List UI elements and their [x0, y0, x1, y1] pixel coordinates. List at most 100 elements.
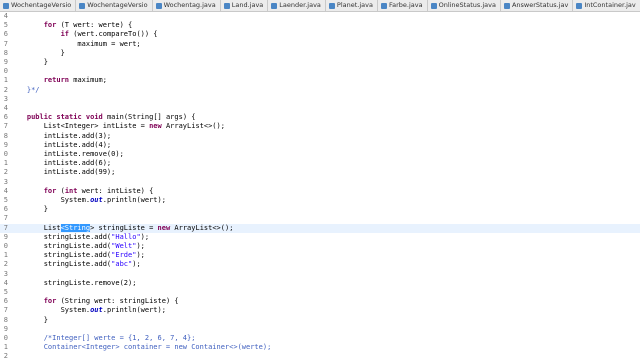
code-line[interactable]: 3	[0, 270, 640, 279]
line-number: 5	[3, 288, 8, 296]
line-number: 4	[3, 186, 8, 195]
java-file-icon	[3, 2, 9, 9]
line-number: 4	[3, 12, 8, 20]
line-number: 8	[3, 315, 8, 324]
code-line[interactable]: 6 }	[0, 205, 640, 214]
editor-tab-label: Planet.java	[336, 1, 373, 9]
editor-tab-label: Laender.java	[279, 1, 321, 9]
code-line[interactable]: 1 return maximum;	[0, 76, 640, 85]
line-number: 7	[3, 306, 8, 315]
editor-tab[interactable]: WochentageVersio	[0, 0, 77, 11]
java-file-icon	[380, 2, 387, 9]
code-line[interactable]: 2 }*/	[0, 86, 640, 95]
line-number: 1	[3, 251, 8, 260]
editor-tab[interactable]: WochentageVersio	[76, 0, 153, 11]
code-line[interactable]: 6 if (wert.compareTo()) {	[0, 30, 640, 39]
editor-tab-bar: WochentageVersio WochentageVersio Wochenta…	[0, 0, 640, 12]
code-line[interactable]: 4	[0, 12, 640, 21]
code-text: stringListe.remove(2);	[10, 278, 137, 287]
code-text: intListe.add(3);	[10, 131, 112, 140]
code-line[interactable]: 9 intListe.add(4);	[0, 141, 640, 150]
code-line[interactable]: 5 System.out.println(wert);	[0, 196, 640, 205]
code-line[interactable]: 7 List<String> stringListe = new ArrayLi…	[0, 223, 640, 233]
code-line[interactable]: 2	[0, 352, 640, 360]
code-line[interactable]: 0	[0, 67, 640, 76]
line-number: 5	[3, 21, 8, 30]
code-text: public static void main(String[] args) {	[26, 113, 196, 122]
code-line[interactable]: 7 maximum = wert;	[0, 40, 640, 49]
code-text: return maximum;	[43, 76, 107, 85]
line-number: 6	[3, 113, 8, 122]
editor-tab[interactable]: AnswerStatus.jav	[501, 0, 574, 11]
code-text: List<String> stringListe = new ArrayList…	[10, 223, 234, 232]
code-line[interactable]: 0 intListe.remove(0);	[0, 150, 640, 159]
code-line[interactable]: 9 }	[0, 58, 640, 67]
code-text: maximum = wert;	[10, 39, 141, 48]
code-line[interactable]: 3	[0, 95, 640, 104]
code-editor[interactable]: 45 for (T wert: werte) {6 if (wert.compa…	[0, 12, 640, 360]
code-line[interactable]: 8 }	[0, 316, 640, 325]
code-text: }	[10, 58, 48, 66]
line-number: 1	[3, 159, 8, 168]
code-line[interactable]: 5 for (T wert: werte) {	[0, 21, 640, 30]
code-line[interactable]: 5	[0, 288, 640, 297]
code-text: }	[10, 48, 65, 57]
code-text: intListe.remove(0);	[10, 150, 124, 158]
code-line[interactable]: 1 intListe.add(6);	[0, 159, 640, 168]
code-line[interactable]: 6 for (String wert: stringListe) {	[0, 297, 640, 306]
editor-tab[interactable]: Laender.java	[268, 0, 326, 11]
code-text: stringListe.add("Hallo");	[10, 232, 150, 241]
editor-tab[interactable]: IntContainer.jav	[573, 0, 640, 11]
line-number: 3	[3, 269, 8, 278]
code-text: for (String wert: stringListe) {	[43, 297, 179, 306]
code-text: }*/	[10, 85, 40, 94]
code-text: intListe.add(6);	[10, 159, 112, 168]
line-number: 4	[3, 104, 8, 112]
line-number: 2	[3, 352, 8, 360]
code-line[interactable]: 2 intListe.add(99);	[0, 168, 640, 177]
line-number: 2	[3, 168, 8, 177]
code-line[interactable]: 0 stringListe.add("Welt");	[0, 242, 640, 251]
line-number: 0	[3, 150, 8, 158]
editor-tab[interactable]: OnlineStatus.java	[428, 0, 501, 11]
editor-tab[interactable]: Wochentag.java	[153, 0, 221, 11]
code-line[interactable]: 6 public static void main(String[] args)…	[0, 113, 640, 122]
java-file-icon	[79, 2, 86, 9]
code-text: List<Integer> intListe = new ArrayList<>…	[10, 122, 225, 131]
line-number: 6	[3, 297, 8, 306]
editor-tab-label: IntContainer.jav	[584, 1, 636, 9]
editor-tab-label: Land.java	[231, 1, 264, 9]
code-text: stringListe.add("abc");	[10, 260, 141, 269]
code-line[interactable]: 7 System.out.println(wert);	[0, 306, 640, 315]
java-file-icon	[503, 2, 510, 9]
code-line[interactable]: 7 List<Integer> intListe = new ArrayList…	[0, 122, 640, 131]
code-line[interactable]: 1 stringListe.add("Erde");	[0, 251, 640, 260]
code-text: for (int wert: intListe) {	[43, 186, 154, 195]
java-file-icon	[576, 2, 583, 9]
code-line[interactable]: 4 for (int wert: intListe) {	[0, 187, 640, 196]
code-line[interactable]: 9 stringListe.add("Hallo");	[0, 233, 640, 242]
java-file-icon	[328, 2, 335, 9]
editor-tab[interactable]: Planet.java	[326, 0, 378, 11]
line-number: 6	[3, 205, 8, 214]
line-number: 4	[3, 278, 8, 287]
editor-tab[interactable]: Land.java	[221, 0, 269, 11]
code-text: /*Integer[] werte = {1, 2, 6, 7, 4};	[10, 334, 196, 342]
code-text: intListe.add(99);	[10, 168, 116, 177]
code-line[interactable]: 7	[0, 214, 640, 223]
code-line[interactable]: 4	[0, 104, 640, 113]
line-number: 9	[3, 324, 8, 333]
editor-tab-label: Wochentag.java	[163, 1, 216, 9]
line-number: 7	[3, 214, 8, 223]
line-number: 3	[3, 177, 8, 186]
code-line[interactable]: 2 stringListe.add("abc");	[0, 260, 640, 269]
code-line[interactable]: 8 }	[0, 49, 640, 58]
code-line[interactable]: 3	[0, 178, 640, 187]
code-line[interactable]: 1 Container<Integer> container = new Con…	[0, 343, 640, 352]
editor-tab[interactable]: Farbe.java	[378, 0, 428, 11]
code-line[interactable]: 4 stringListe.remove(2);	[0, 279, 640, 288]
code-line[interactable]: 8 intListe.add(3);	[0, 132, 640, 141]
code-line[interactable]: 9	[0, 325, 640, 334]
line-number: 0	[3, 67, 8, 76]
code-line[interactable]: 0 /*Integer[] werte = {1, 2, 6, 7, 4};	[0, 334, 640, 343]
